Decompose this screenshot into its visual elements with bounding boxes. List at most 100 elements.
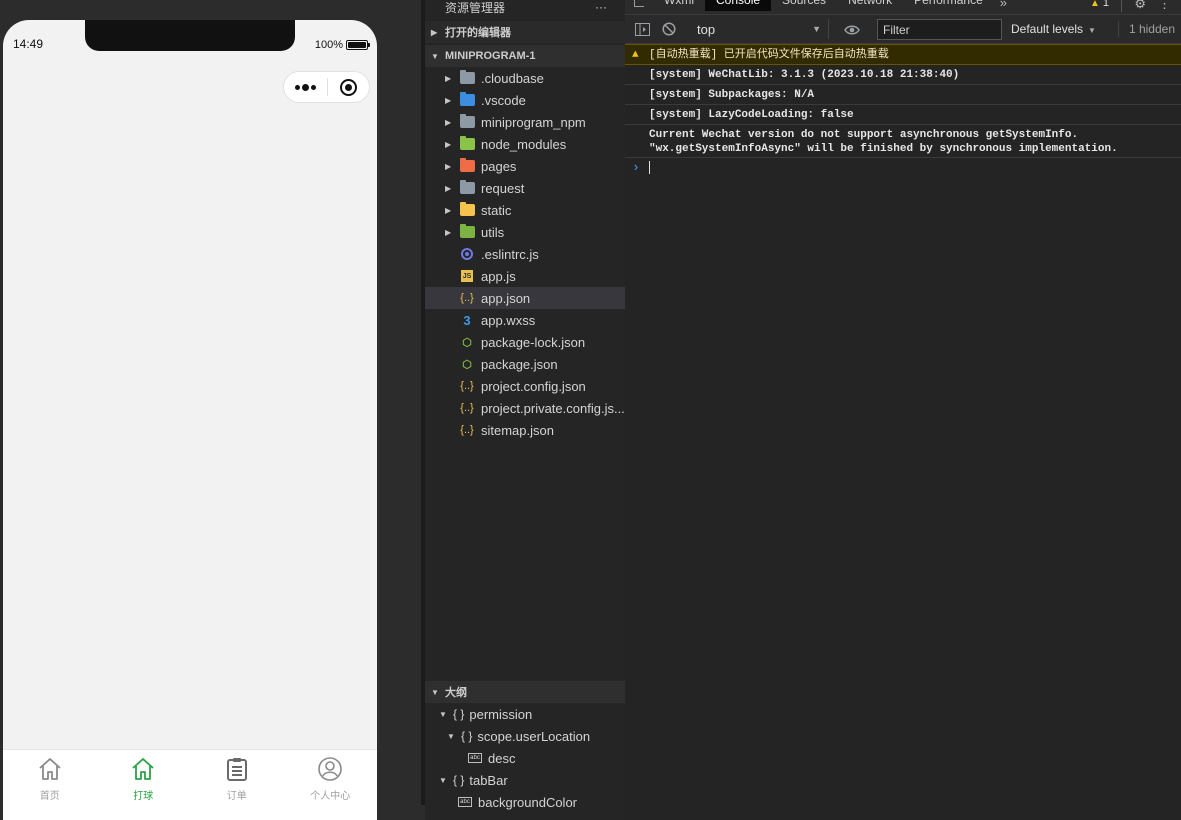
json-file-icon: {..}	[460, 292, 474, 304]
tree-item-label: app.js	[481, 268, 516, 284]
tree-item-label: .eslintrc.js	[481, 246, 539, 262]
project-label: MINIPROGRAM-1	[445, 50, 536, 62]
tab-console[interactable]: Console	[705, 0, 772, 11]
outline-item[interactable]: ▼ { } tabBar	[425, 769, 625, 791]
more-actions-icon[interactable]: ···	[595, 0, 607, 14]
warning-badge[interactable]: ▲ 1	[1090, 0, 1109, 9]
outline-item[interactable]: abc desc	[425, 747, 625, 769]
json-file-icon: {..}	[460, 380, 474, 392]
tree-folder[interactable]: ▶ pages	[425, 155, 625, 177]
static-folder-icon	[459, 202, 475, 218]
outline-item[interactable]: ▼ { } permission	[425, 703, 625, 725]
outline-item[interactable]: abc backgroundColor	[425, 791, 625, 813]
chevron-down-icon: ▼	[1088, 26, 1096, 35]
tree-folder[interactable]: ▶ node_modules	[425, 133, 625, 155]
tree-item-label: package.json	[481, 356, 558, 372]
tree-item-label: package-lock.json	[481, 334, 586, 350]
tab-orders[interactable]: 订单	[190, 750, 284, 820]
gear-icon[interactable]: ⚙	[1134, 0, 1146, 12]
tree-item-label: pages	[481, 158, 517, 174]
target-icon	[340, 78, 357, 96]
filter-input[interactable]	[877, 19, 1002, 40]
panel-divider[interactable]	[377, 0, 425, 820]
explorer-panel: 资源管理器 ··· ▶ 打开的编辑器 ▼ MINIPROGRAM-1 ▶ .clo…	[425, 0, 625, 820]
folder-icon	[459, 114, 475, 130]
more-menu-button[interactable]	[284, 83, 327, 91]
tab-home[interactable]: 首页	[3, 750, 97, 820]
more-tabs-icon[interactable]: »	[1000, 0, 1007, 10]
tree-folder[interactable]: ▶ request	[425, 177, 625, 199]
context-select[interactable]: top ▼	[689, 19, 829, 39]
tree-folder[interactable]: ▶ .cloudbase	[425, 67, 625, 89]
devtools-tab-bar: Wxml Console Sources Network Performance…	[625, 0, 1181, 15]
console-log: [system] Subpackages: N/A	[625, 85, 1181, 105]
home-icon	[39, 758, 61, 780]
tree-folder[interactable]: ▶ miniprogram_npm	[425, 111, 625, 133]
sidebar-toggle-icon[interactable]	[634, 21, 651, 38]
tab-network[interactable]: Network	[837, 0, 903, 11]
chevron-right-icon: ▶	[445, 183, 452, 193]
tree-file[interactable]: 3 app.wxss	[425, 309, 625, 331]
tab-label: 个人中心	[310, 791, 351, 802]
tree-item-label: .cloudbase	[481, 70, 544, 86]
outline-list: ▼{ } permission ▼{ } scope.userLocation abc d…	[425, 703, 625, 813]
close-miniprogram-button[interactable]	[328, 78, 369, 96]
eslint-icon	[461, 248, 473, 260]
tree-item-label: static	[481, 202, 512, 218]
tree-file[interactable]: .eslintrc.js	[425, 243, 625, 265]
tree-item-label: project.config.json	[481, 378, 586, 394]
log-levels-select[interactable]: Default levels ▼	[1011, 22, 1096, 36]
chevron-right-icon: ▶	[445, 205, 452, 215]
json-file-icon: {..}	[460, 424, 474, 436]
eye-icon[interactable]	[844, 22, 860, 40]
outline-item[interactable]: ▼ { } scope.userLocation	[425, 725, 625, 747]
open-editors-label: 打开的编辑器	[445, 27, 511, 39]
chevron-right-icon: ›	[632, 160, 640, 175]
console-prompt[interactable]: ›	[625, 158, 1181, 178]
chevron-down-icon: ▼	[431, 51, 439, 61]
tree-item-label: utils	[481, 224, 505, 240]
tree-file[interactable]: ⬡ package.json	[425, 353, 625, 375]
inspect-element-icon[interactable]	[625, 0, 653, 14]
tab-play[interactable]: 打球	[97, 750, 191, 820]
tab-profile[interactable]: 个人中心	[284, 750, 378, 820]
battery-icon	[346, 40, 370, 50]
tree-folder[interactable]: ▶ .vscode	[425, 89, 625, 111]
chevron-right-icon: ▶	[445, 117, 452, 127]
tree-folder[interactable]: ▶ static	[425, 199, 625, 221]
open-editors-section[interactable]: ▶ 打开的编辑器	[425, 21, 625, 43]
tree-file[interactable]: {..} app.json	[425, 287, 625, 309]
tab-label: 首页	[39, 791, 60, 802]
tree-file[interactable]: JS app.js	[425, 265, 625, 287]
project-section[interactable]: ▼ MINIPROGRAM-1	[425, 45, 625, 67]
console-log: [system] WeChatLib: 3.1.3 (2023.10.18 21…	[625, 65, 1181, 85]
tree-folder[interactable]: ▶ utils	[425, 221, 625, 243]
kebab-menu-icon[interactable]: ⋮	[1158, 0, 1171, 12]
status-time: 14:49	[13, 37, 44, 51]
tab-performance[interactable]: Performance	[903, 0, 994, 11]
outline-section[interactable]: ▼ 大纲	[425, 681, 625, 703]
tree-file[interactable]: {..} project.private.config.js...	[425, 397, 625, 419]
js-file-icon: JS	[461, 270, 473, 282]
clear-console-icon[interactable]	[660, 21, 677, 38]
tree-item-label: sitemap.json	[481, 422, 554, 438]
outline-label: 大纲	[445, 687, 467, 699]
tree-file[interactable]: ⬡ package-lock.json	[425, 331, 625, 353]
file-tree: ▶ .cloudbase ▶ .vscode ▶ miniprogram_npm ▶ node…	[425, 67, 625, 441]
console-output: ▲ [自动热重载] 已开启代码文件保存后自动热重载 [system] WeChatL…	[625, 44, 1181, 178]
clipboard-icon	[226, 758, 247, 781]
tree-file[interactable]: {..} sitemap.json	[425, 419, 625, 441]
tab-wxml[interactable]: Wxml	[653, 0, 705, 11]
warning-count: 1	[1102, 0, 1109, 9]
tab-sources[interactable]: Sources	[771, 0, 837, 11]
phone-notch	[85, 20, 295, 51]
warning-icon: ▲	[1089, 0, 1100, 9]
tree-item-label: request	[481, 180, 525, 196]
console-toolbar: top ▼ Default levels ▼ 1 hidden	[625, 15, 1181, 44]
explorer-title: 资源管理器	[445, 0, 506, 15]
console-log: [system] LazyCodeLoading: false	[625, 105, 1181, 125]
console-log: Current Wechat version do not support as…	[625, 125, 1181, 158]
chevron-down-icon: ▼	[447, 731, 455, 741]
tree-item-label: miniprogram_npm	[481, 114, 586, 130]
tree-file[interactable]: {..} project.config.json	[425, 375, 625, 397]
